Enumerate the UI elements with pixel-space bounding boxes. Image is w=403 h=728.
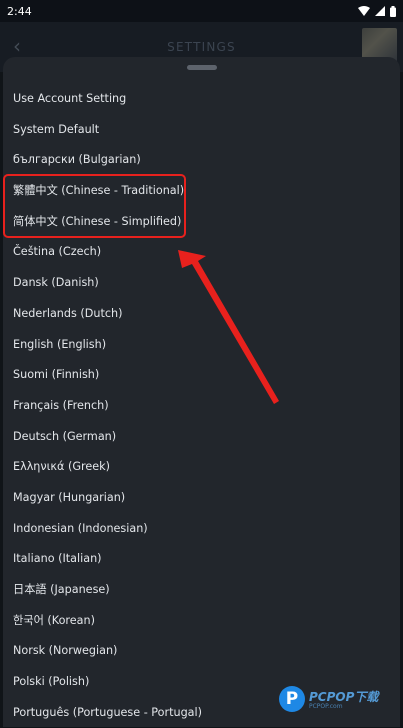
watermark-logo: P PCPOP下载 PCPOP.com: [279, 684, 401, 718]
watermark-sub: PCPOP.com: [309, 703, 343, 710]
annotation-arrow-icon: [178, 250, 279, 404]
watermark-mark: P: [279, 686, 305, 712]
